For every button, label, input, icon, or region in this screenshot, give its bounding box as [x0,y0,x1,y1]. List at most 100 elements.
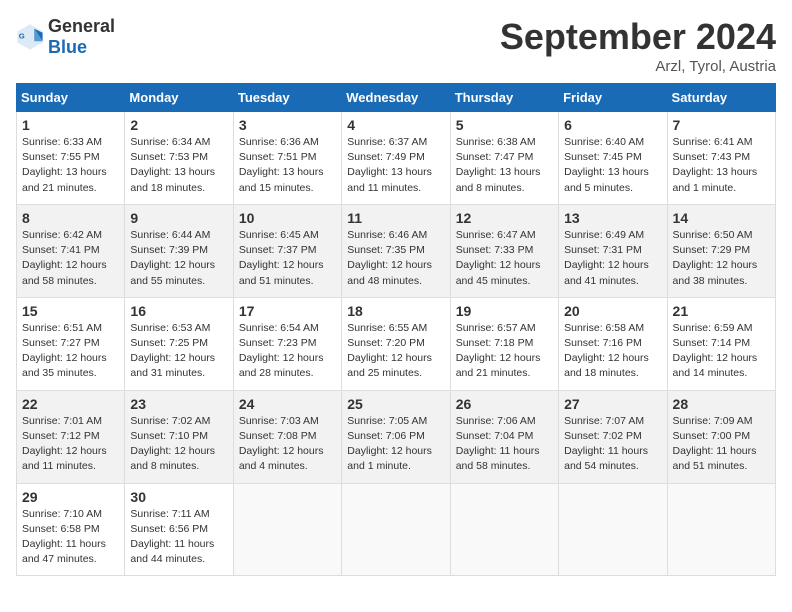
calendar-cell: 8 Sunrise: 6:42 AMSunset: 7:41 PMDaylight… [17,204,125,297]
logo-wordmark: General Blue [48,16,115,58]
calendar-cell: 6Sunrise: 6:40 AMSunset: 7:45 PMDaylight… [559,112,667,205]
day-number: 26 [456,396,553,412]
calendar-cell: 24 Sunrise: 7:03 AMSunset: 7:08 PMDayligh… [233,390,341,483]
logo: G General Blue [16,16,115,58]
day-info: Sunrise: 6:37 AMSunset: 7:49 PMDaylight:… [347,135,444,196]
day-info: Sunrise: 6:58 AMSunset: 7:16 PMDaylight:… [564,321,661,382]
day-info: Sunrise: 7:06 AMSunset: 7:04 PMDaylight:… [456,414,553,475]
calendar-cell: 2 Sunrise: 6:34 AMSunset: 7:53 PMDaylight… [125,112,233,205]
svg-text:G: G [19,31,25,40]
calendar-cell: 12Sunrise: 6:47 AMSunset: 7:33 PMDayligh… [450,204,558,297]
calendar-cell: 29 Sunrise: 7:10 AMSunset: 6:58 PMDayligh… [17,483,125,576]
day-number: 11 [347,210,444,226]
day-info: Sunrise: 6:33 AMSunset: 7:55 PMDaylight:… [22,135,119,196]
day-number: 8 [22,210,119,226]
day-info: Sunrise: 7:09 AMSunset: 7:00 PMDaylight:… [673,414,770,475]
day-number: 20 [564,303,661,319]
calendar-cell: 7 Sunrise: 6:41 AMSunset: 7:43 PMDaylight… [667,112,775,205]
day-number: 6 [564,117,661,133]
day-info: Sunrise: 6:47 AMSunset: 7:33 PMDaylight:… [456,228,553,289]
day-number: 29 [22,489,119,505]
calendar-cell [667,483,775,576]
day-number: 2 [130,117,227,133]
day-info: Sunrise: 6:50 AMSunset: 7:29 PMDaylight:… [673,228,770,289]
calendar-cell: 26 Sunrise: 7:06 AMSunset: 7:04 PMDayligh… [450,390,558,483]
calendar-cell: 9Sunrise: 6:44 AMSunset: 7:39 PMDaylight… [125,204,233,297]
day-info: Sunrise: 6:51 AMSunset: 7:27 PMDaylight:… [22,321,119,382]
weekday-header-sunday: Sunday [17,84,125,112]
calendar-cell: 1 Sunrise: 6:33 AMSunset: 7:55 PMDaylight… [17,112,125,205]
day-info: Sunrise: 6:45 AMSunset: 7:37 PMDaylight:… [239,228,336,289]
day-number: 9 [130,210,227,226]
calendar-cell: 13 Sunrise: 6:49 AMSunset: 7:31 PMDayligh… [559,204,667,297]
calendar-cell: 16 Sunrise: 6:53 AMSunset: 7:25 PMDayligh… [125,297,233,390]
day-number: 3 [239,117,336,133]
day-number: 24 [239,396,336,412]
day-number: 16 [130,303,227,319]
day-number: 28 [673,396,770,412]
calendar-cell: 10Sunrise: 6:45 AMSunset: 7:37 PMDayligh… [233,204,341,297]
calendar-cell: 17Sunrise: 6:54 AMSunset: 7:23 PMDayligh… [233,297,341,390]
calendar-cell [559,483,667,576]
calendar-cell: 22Sunrise: 7:01 AMSunset: 7:12 PMDayligh… [17,390,125,483]
location-subtitle: Arzl, Tyrol, Austria [500,58,776,75]
day-info: Sunrise: 6:55 AMSunset: 7:20 PMDaylight:… [347,321,444,382]
weekday-header-wednesday: Wednesday [342,84,450,112]
calendar-cell: 5Sunrise: 6:38 AMSunset: 7:47 PMDaylight… [450,112,558,205]
day-info: Sunrise: 6:46 AMSunset: 7:35 PMDaylight:… [347,228,444,289]
day-number: 25 [347,396,444,412]
day-info: Sunrise: 6:34 AMSunset: 7:53 PMDaylight:… [130,135,227,196]
day-number: 13 [564,210,661,226]
calendar-cell [233,483,341,576]
day-number: 4 [347,117,444,133]
day-number: 23 [130,396,227,412]
weekday-header-thursday: Thursday [450,84,558,112]
calendar-week-row: 15 Sunrise: 6:51 AMSunset: 7:27 PMDayligh… [17,297,776,390]
day-info: Sunrise: 7:11 AMSunset: 6:56 PMDaylight:… [130,507,227,568]
day-number: 18 [347,303,444,319]
day-number: 5 [456,117,553,133]
day-info: Sunrise: 6:57 AMSunset: 7:18 PMDaylight:… [456,321,553,382]
day-info: Sunrise: 7:10 AMSunset: 6:58 PMDaylight:… [22,507,119,568]
calendar-week-row: 1 Sunrise: 6:33 AMSunset: 7:55 PMDaylight… [17,112,776,205]
calendar-cell: 25 Sunrise: 7:05 AMSunset: 7:06 PMDayligh… [342,390,450,483]
day-number: 19 [456,303,553,319]
calendar-cell: 28 Sunrise: 7:09 AMSunset: 7:00 PMDayligh… [667,390,775,483]
day-number: 15 [22,303,119,319]
day-number: 7 [673,117,770,133]
calendar-cell: 4 Sunrise: 6:37 AMSunset: 7:49 PMDaylight… [342,112,450,205]
weekday-header-monday: Monday [125,84,233,112]
day-info: Sunrise: 6:53 AMSunset: 7:25 PMDaylight:… [130,321,227,382]
day-number: 17 [239,303,336,319]
calendar-week-row: 8 Sunrise: 6:42 AMSunset: 7:41 PMDaylight… [17,204,776,297]
calendar-cell: 3 Sunrise: 6:36 AMSunset: 7:51 PMDaylight… [233,112,341,205]
day-number: 30 [130,489,227,505]
weekday-header-saturday: Saturday [667,84,775,112]
day-info: Sunrise: 6:42 AMSunset: 7:41 PMDaylight:… [22,228,119,289]
calendar-cell [342,483,450,576]
calendar-cell: 30 Sunrise: 7:11 AMSunset: 6:56 PMDayligh… [125,483,233,576]
calendar-cell: 27 Sunrise: 7:07 AMSunset: 7:02 PMDayligh… [559,390,667,483]
calendar-cell: 18 Sunrise: 6:55 AMSunset: 7:20 PMDayligh… [342,297,450,390]
weekday-header-tuesday: Tuesday [233,84,341,112]
month-title: September 2024 [500,16,776,58]
day-number: 1 [22,117,119,133]
day-info: Sunrise: 7:07 AMSunset: 7:02 PMDaylight:… [564,414,661,475]
day-info: Sunrise: 7:02 AMSunset: 7:10 PMDaylight:… [130,414,227,475]
calendar-cell: 14 Sunrise: 6:50 AMSunset: 7:29 PMDayligh… [667,204,775,297]
day-info: Sunrise: 7:03 AMSunset: 7:08 PMDaylight:… [239,414,336,475]
day-number: 22 [22,396,119,412]
day-info: Sunrise: 7:05 AMSunset: 7:06 PMDaylight:… [347,414,444,475]
calendar-cell: 15 Sunrise: 6:51 AMSunset: 7:27 PMDayligh… [17,297,125,390]
day-number: 21 [673,303,770,319]
logo-general: General [48,16,115,36]
day-number: 14 [673,210,770,226]
day-info: Sunrise: 6:49 AMSunset: 7:31 PMDaylight:… [564,228,661,289]
day-info: Sunrise: 6:36 AMSunset: 7:51 PMDaylight:… [239,135,336,196]
calendar-cell: 21Sunrise: 6:59 AMSunset: 7:14 PMDayligh… [667,297,775,390]
day-number: 27 [564,396,661,412]
day-info: Sunrise: 6:41 AMSunset: 7:43 PMDaylight:… [673,135,770,196]
calendar-cell [450,483,558,576]
calendar-cell: 20 Sunrise: 6:58 AMSunset: 7:16 PMDayligh… [559,297,667,390]
calendar-cell: 11 Sunrise: 6:46 AMSunset: 7:35 PMDayligh… [342,204,450,297]
